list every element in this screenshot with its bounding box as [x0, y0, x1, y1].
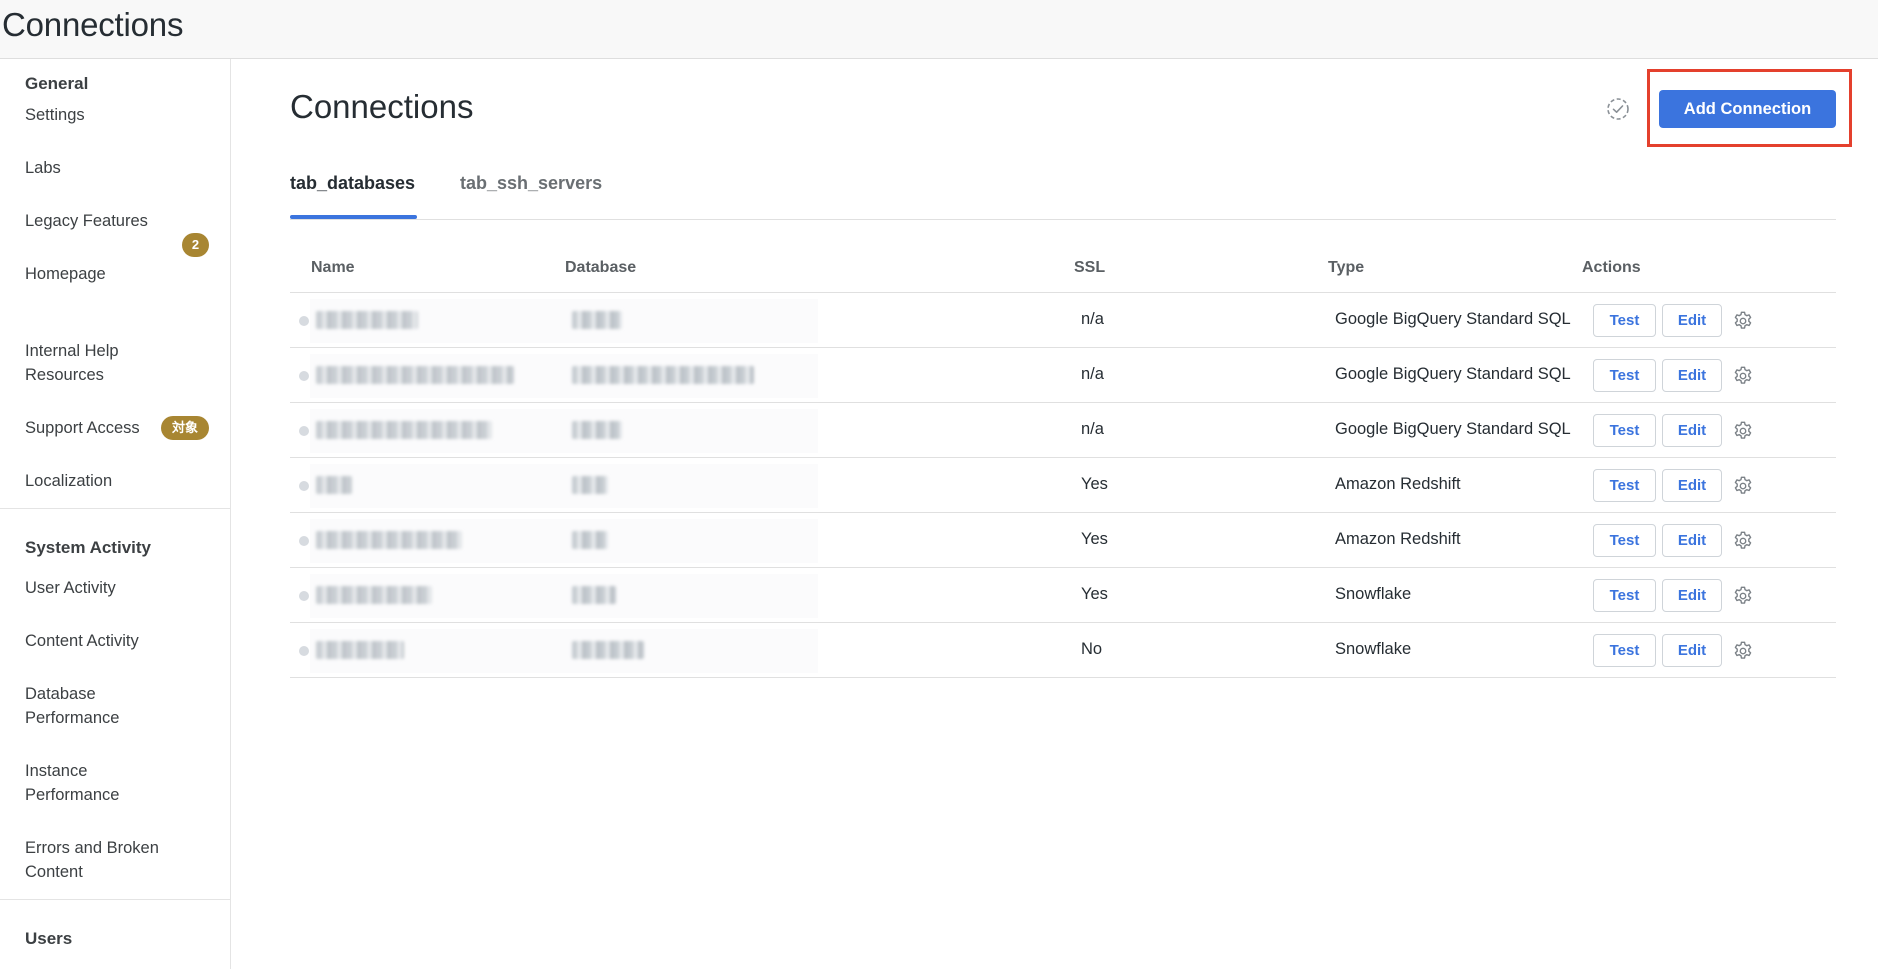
add-connection-button[interactable]: Add Connection	[1659, 90, 1836, 128]
gear-icon[interactable]	[1732, 475, 1754, 497]
test-button[interactable]: Test	[1593, 634, 1656, 667]
sidebar-item-label: Support Access	[25, 419, 140, 437]
ssl-value: n/a	[1081, 365, 1104, 383]
connection-name-redacted[interactable]	[316, 641, 404, 659]
connection-status-dot	[299, 371, 309, 381]
column-header-database[interactable]: Database	[565, 259, 636, 277]
connection-name-redacted[interactable]	[316, 586, 432, 604]
table-row[interactable]: n/a Google BigQuery Standard SQL Test Edit	[290, 348, 1836, 403]
connection-type: Snowflake	[1335, 640, 1412, 658]
connection-status-dot	[299, 426, 309, 436]
sidebar-divider	[0, 899, 230, 900]
connection-name-redacted[interactable]	[316, 476, 352, 494]
sidebar-item-user-activity[interactable]: User Activity	[25, 576, 116, 600]
ssl-value: Yes	[1081, 585, 1108, 603]
database-name-redacted	[572, 641, 644, 659]
ssl-value: No	[1081, 640, 1103, 658]
gear-icon[interactable]	[1732, 640, 1754, 662]
gear-icon[interactable]	[1732, 365, 1754, 387]
test-button[interactable]: Test	[1593, 414, 1656, 447]
edit-button[interactable]: Edit	[1662, 524, 1722, 557]
ssl-value: n/a	[1081, 420, 1104, 438]
ssl-value: Yes	[1081, 530, 1108, 548]
redacted-area	[310, 464, 818, 508]
test-button[interactable]: Test	[1593, 359, 1656, 392]
connection-status-dot	[299, 646, 309, 656]
table-row[interactable]: Yes Snowflake Test Edit	[290, 568, 1836, 623]
tab-ssh-servers[interactable]: tab_ssh_servers	[460, 173, 602, 194]
sidebar-item-instance-performance[interactable]: Instance Performance	[25, 759, 145, 807]
table-row[interactable]: Yes Amazon Redshift Test Edit	[290, 513, 1836, 568]
sidebar-item-labs[interactable]: Labs	[25, 156, 61, 180]
sidebar-section-users[interactable]: Users	[25, 929, 72, 949]
sidebar-section-system-activity: System Activity	[25, 538, 151, 557]
connection-name-redacted[interactable]	[316, 366, 514, 384]
sidebar-divider	[0, 508, 230, 509]
connection-type: Snowflake	[1335, 585, 1412, 603]
support-access-badge: 対象	[161, 416, 209, 440]
connection-type: Google BigQuery Standard SQL	[1335, 420, 1571, 438]
database-name-redacted	[572, 531, 608, 549]
sidebar-item-content-activity[interactable]: Content Activity	[25, 629, 139, 653]
connection-type: Google BigQuery Standard SQL	[1335, 310, 1571, 328]
top-bar: Connections	[0, 0, 1878, 59]
connection-name-redacted[interactable]	[316, 311, 418, 329]
connection-name-redacted[interactable]	[316, 531, 462, 549]
table-row[interactable]: n/a Google BigQuery Standard SQL Test Edit	[290, 403, 1836, 458]
check-circle-dashed-icon[interactable]	[1606, 97, 1630, 121]
database-name-redacted	[572, 366, 754, 384]
app-title: Connections	[2, 6, 184, 43]
connection-status-dot	[299, 316, 309, 326]
connection-status-dot	[299, 591, 309, 601]
sidebar-item-settings[interactable]: Settings	[25, 103, 85, 127]
ssl-value: Yes	[1081, 475, 1108, 493]
edit-button[interactable]: Edit	[1662, 634, 1722, 667]
page-title: Connections	[290, 88, 474, 125]
gear-icon[interactable]	[1732, 310, 1754, 332]
sidebar-item-localization[interactable]: Localization	[25, 469, 112, 493]
sidebar: General Settings Labs Legacy Features 2 …	[0, 59, 231, 969]
sidebar-item-homepage[interactable]: Homepage	[25, 262, 106, 286]
tab-databases[interactable]: tab_databases	[290, 173, 415, 194]
connection-type: Google BigQuery Standard SQL	[1335, 365, 1571, 383]
database-name-redacted	[572, 586, 616, 604]
table-row[interactable]: No Snowflake Test Edit	[290, 623, 1836, 678]
connection-name-redacted[interactable]	[316, 421, 492, 439]
test-button[interactable]: Test	[1593, 579, 1656, 612]
gear-icon[interactable]	[1732, 530, 1754, 552]
connection-type: Amazon Redshift	[1335, 530, 1461, 548]
test-button[interactable]: Test	[1593, 304, 1656, 337]
sidebar-item-label: Legacy Features	[25, 212, 148, 230]
column-header-name[interactable]: Name	[311, 259, 355, 277]
table-row[interactable]: n/a Google BigQuery Standard SQL Test Edit	[290, 293, 1836, 348]
sidebar-item-database-performance[interactable]: Database Performance	[25, 682, 145, 730]
edit-button[interactable]: Edit	[1662, 359, 1722, 392]
connection-status-dot	[299, 536, 309, 546]
test-button[interactable]: Test	[1593, 469, 1656, 502]
gear-icon[interactable]	[1732, 420, 1754, 442]
connection-type: Amazon Redshift	[1335, 475, 1461, 493]
database-name-redacted	[572, 476, 608, 494]
sidebar-item-legacy-features[interactable]: Legacy Features	[25, 209, 148, 233]
connection-status-dot	[299, 481, 309, 491]
edit-button[interactable]: Edit	[1662, 469, 1722, 502]
tabs-divider	[290, 219, 1836, 220]
column-header-type[interactable]: Type	[1328, 259, 1364, 277]
edit-button[interactable]: Edit	[1662, 579, 1722, 612]
edit-button[interactable]: Edit	[1662, 414, 1722, 447]
database-name-redacted	[572, 421, 622, 439]
table-row[interactable]: Yes Amazon Redshift Test Edit	[290, 458, 1836, 513]
column-header-actions: Actions	[1582, 259, 1641, 276]
edit-button[interactable]: Edit	[1662, 304, 1722, 337]
database-name-redacted	[572, 311, 622, 329]
ssl-value: n/a	[1081, 310, 1104, 328]
sidebar-item-errors-broken-content[interactable]: Errors and Broken Content	[25, 836, 175, 884]
gear-icon[interactable]	[1732, 585, 1754, 607]
sidebar-section-general: General	[25, 74, 89, 93]
sidebar-item-support-access[interactable]: Support Access	[25, 416, 140, 440]
column-header-ssl[interactable]: SSL	[1074, 259, 1105, 277]
test-button[interactable]: Test	[1593, 524, 1656, 557]
legacy-features-count-badge: 2	[182, 233, 209, 257]
sidebar-item-internal-help-resources[interactable]: Internal Help Resources	[25, 339, 165, 387]
